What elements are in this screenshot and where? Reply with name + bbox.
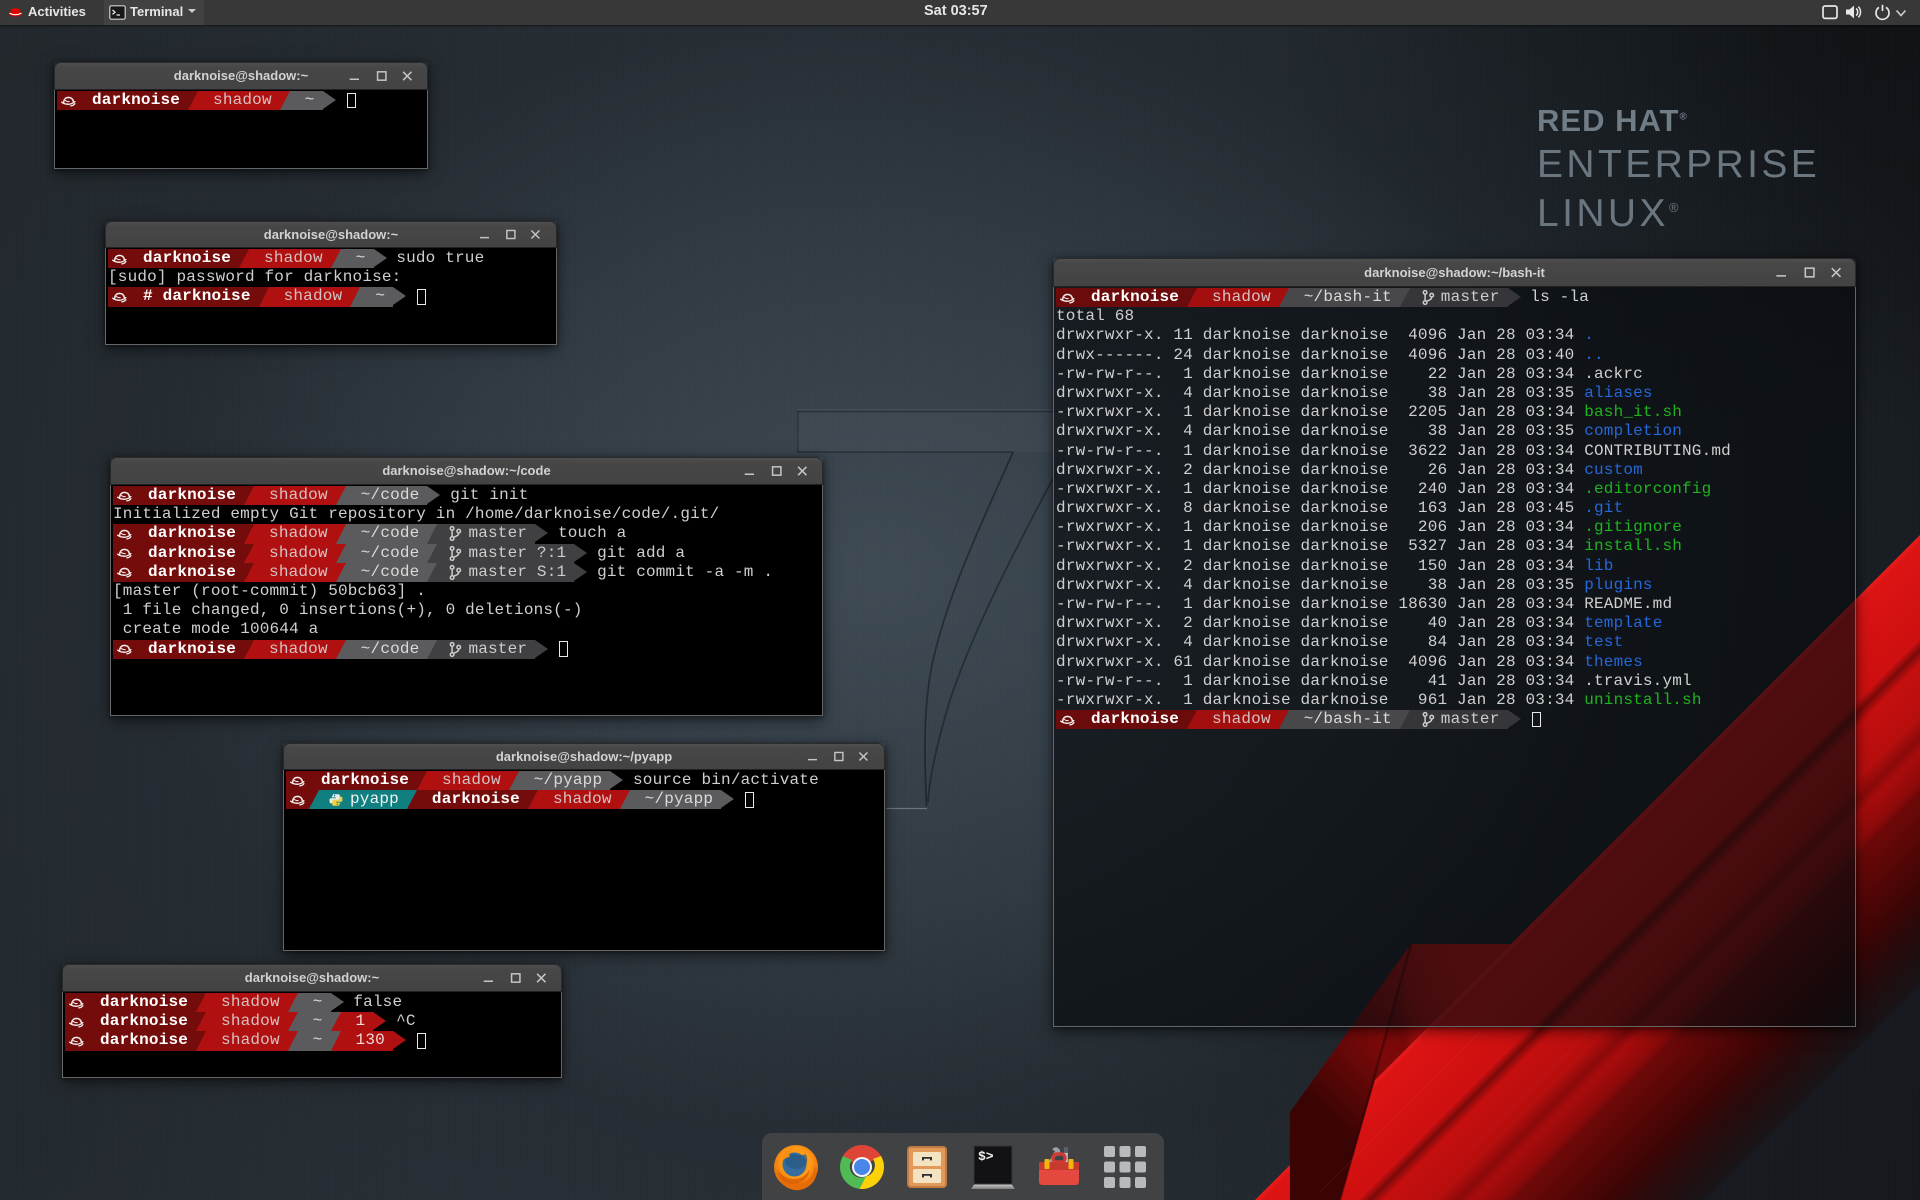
svg-text:$>: $>: [978, 1149, 994, 1164]
